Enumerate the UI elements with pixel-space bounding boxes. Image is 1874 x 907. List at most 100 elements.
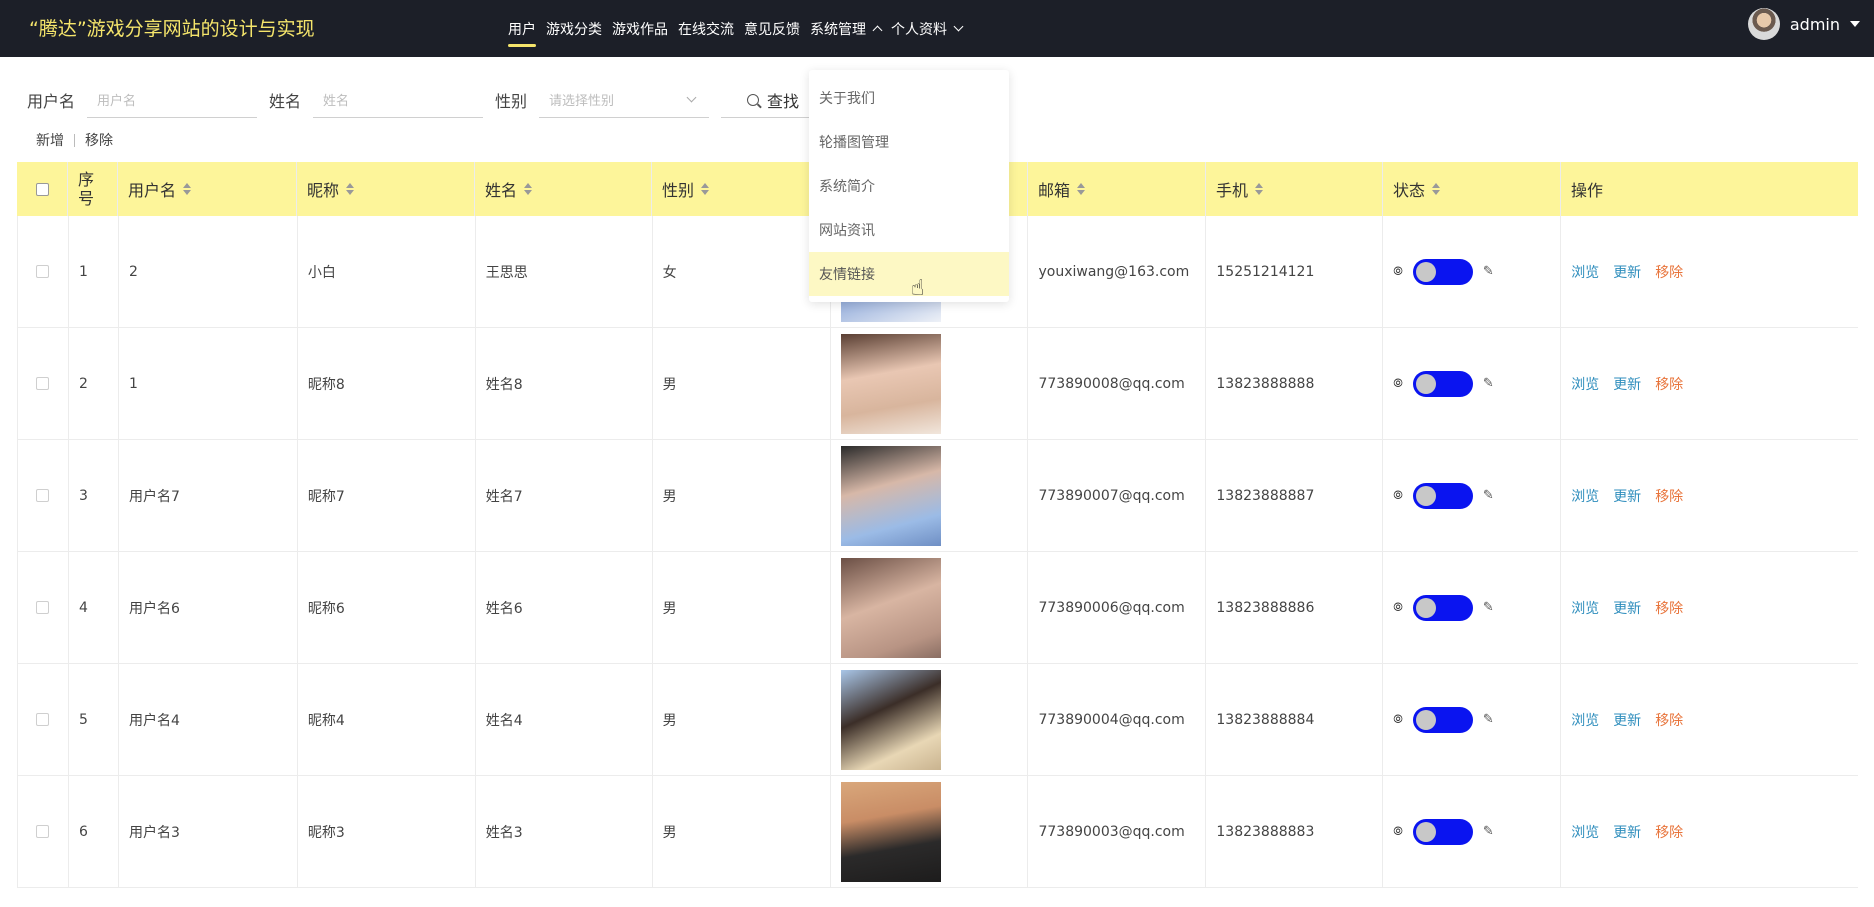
cell-nickname: 昵称7	[298, 440, 476, 551]
view-button[interactable]: 浏览	[1571, 598, 1599, 618]
update-button[interactable]: 更新	[1613, 262, 1641, 282]
row-checkbox[interactable]	[36, 377, 50, 390]
remove-button[interactable]: 移除	[85, 130, 113, 150]
sort-icon[interactable]	[183, 182, 192, 196]
pencil-icon[interactable]: ✎	[1483, 376, 1494, 391]
status-toggle[interactable]	[1412, 370, 1473, 397]
header-select-all[interactable]	[17, 162, 68, 216]
user-photo[interactable]	[840, 445, 941, 546]
row-select-cell[interactable]	[18, 216, 69, 327]
sort-icon[interactable]	[1077, 182, 1086, 196]
table-row: 3 用户名7 昵称7 姓名7 男 773890007@qq.com 13823888887 ⦾…	[17, 440, 1858, 552]
pencil-icon[interactable]: ✎	[1483, 264, 1494, 279]
status-toggle[interactable]	[1412, 482, 1473, 509]
sort-icon[interactable]	[524, 182, 533, 196]
header-email[interactable]: 邮箱	[1028, 162, 1206, 216]
nav-item-feedback[interactable]: 意见反馈	[744, 0, 800, 57]
header-name[interactable]: 姓名	[475, 162, 652, 216]
share-icon[interactable]: ⦾	[1393, 600, 1403, 615]
nav-item-online-chat[interactable]: 在线交流	[678, 0, 734, 57]
status-controls: ⦾ ✎	[1393, 818, 1494, 845]
update-button[interactable]: 更新	[1613, 598, 1641, 618]
pencil-icon[interactable]: ✎	[1483, 488, 1494, 503]
header-status[interactable]: 状态	[1383, 162, 1561, 216]
cell-email: 773890008@qq.com	[1028, 328, 1207, 439]
row-checkbox[interactable]	[36, 825, 50, 838]
menu-item-system-intro[interactable]: 系统简介	[809, 164, 1009, 208]
username-input[interactable]: 用户名	[87, 82, 258, 118]
menu-item-about-us[interactable]: 关于我们	[809, 76, 1009, 120]
remove-row-button[interactable]: 移除	[1655, 374, 1683, 394]
menu-item-friendly-links[interactable]: 友情链接	[809, 252, 1009, 296]
gender-select[interactable]: 请选择性别	[539, 82, 710, 118]
share-icon[interactable]: ⦾	[1393, 264, 1403, 279]
menu-item-site-news[interactable]: 网站资讯	[809, 208, 1009, 252]
remove-row-button[interactable]: 移除	[1655, 486, 1683, 506]
remove-row-button[interactable]: 移除	[1655, 598, 1683, 618]
view-button[interactable]: 浏览	[1571, 262, 1599, 282]
status-toggle[interactable]	[1412, 706, 1473, 733]
sort-icon[interactable]	[701, 182, 710, 196]
cell-nickname: 昵称8	[298, 328, 476, 439]
header-phone[interactable]: 手机	[1206, 162, 1383, 216]
row-checkbox[interactable]	[36, 713, 50, 726]
share-icon[interactable]: ⦾	[1393, 376, 1403, 391]
cell-gender: 男	[653, 440, 831, 551]
nav-item-game-category[interactable]: 游戏分类	[546, 0, 602, 57]
sort-icon[interactable]	[1255, 182, 1264, 196]
share-icon[interactable]: ⦾	[1393, 488, 1403, 503]
nav-item-system-management[interactable]: 系统管理	[810, 0, 883, 57]
row-select-cell[interactable]	[18, 776, 69, 887]
row-select-cell[interactable]	[18, 440, 69, 551]
header-nickname[interactable]: 昵称	[297, 162, 475, 216]
select-all-checkbox[interactable]	[35, 182, 49, 196]
remove-row-button[interactable]: 移除	[1655, 710, 1683, 730]
update-button[interactable]: 更新	[1613, 486, 1641, 506]
header-username[interactable]: 用户名	[118, 162, 297, 216]
header-label: 手机	[1216, 181, 1249, 200]
view-button[interactable]: 浏览	[1571, 486, 1599, 506]
user-photo[interactable]	[840, 669, 941, 770]
row-select-cell[interactable]	[18, 552, 69, 663]
remove-row-button[interactable]: 移除	[1655, 822, 1683, 842]
nav-item-game-works[interactable]: 游戏作品	[612, 0, 668, 57]
row-checkbox[interactable]	[36, 601, 50, 614]
sort-icon[interactable]	[346, 182, 355, 196]
nav-item-profile[interactable]: 个人资料	[891, 0, 964, 57]
cell-name: 姓名3	[476, 776, 653, 887]
user-photo[interactable]	[840, 333, 941, 434]
header-gender[interactable]: 性别	[652, 162, 830, 216]
view-button[interactable]: 浏览	[1571, 710, 1599, 730]
nav-label: 在线交流	[678, 21, 734, 38]
nav-item-users[interactable]: 用户	[508, 0, 536, 57]
row-checkbox[interactable]	[36, 265, 50, 278]
menu-item-carousel-management[interactable]: 轮播图管理	[809, 120, 1009, 164]
sort-icon[interactable]	[1432, 182, 1441, 196]
cell-status: ⦾ ✎	[1383, 216, 1562, 327]
add-button[interactable]: 新增	[36, 130, 64, 150]
name-input[interactable]: 姓名	[313, 82, 484, 118]
user-photo[interactable]	[840, 781, 941, 882]
row-checkbox[interactable]	[36, 489, 50, 502]
update-button[interactable]: 更新	[1613, 374, 1641, 394]
share-icon[interactable]: ⦾	[1393, 712, 1403, 727]
view-button[interactable]: 浏览	[1571, 822, 1599, 842]
status-toggle[interactable]	[1412, 818, 1473, 845]
share-icon[interactable]: ⦾	[1393, 824, 1403, 839]
search-button[interactable]: 查找	[721, 82, 820, 118]
cell-index: 5	[69, 664, 119, 775]
user-menu[interactable]: admin	[1747, 8, 1860, 40]
user-photo[interactable]	[840, 557, 941, 658]
update-button[interactable]: 更新	[1613, 710, 1641, 730]
remove-row-button[interactable]: 移除	[1655, 262, 1683, 282]
pencil-icon[interactable]: ✎	[1483, 712, 1494, 727]
status-toggle[interactable]	[1412, 258, 1473, 285]
status-toggle[interactable]	[1412, 594, 1473, 621]
pencil-icon[interactable]: ✎	[1483, 600, 1494, 615]
row-select-cell[interactable]	[18, 328, 69, 439]
nav-label: 游戏分类	[546, 21, 602, 38]
view-button[interactable]: 浏览	[1571, 374, 1599, 394]
row-select-cell[interactable]	[18, 664, 69, 775]
update-button[interactable]: 更新	[1613, 822, 1641, 842]
pencil-icon[interactable]: ✎	[1483, 824, 1494, 839]
